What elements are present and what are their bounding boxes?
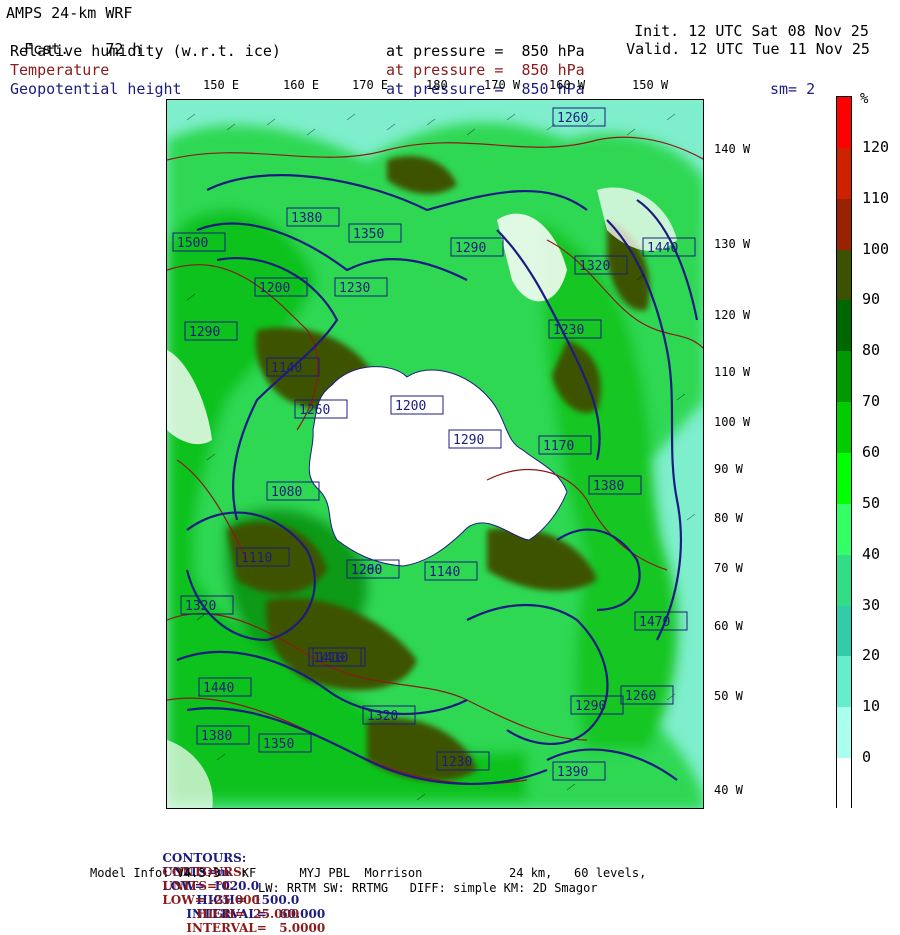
colorbar-swatch: [837, 656, 851, 708]
lat-label: 90 W: [714, 462, 743, 476]
colorbar-swatch: [837, 147, 851, 200]
colorbar-tick: 100: [862, 239, 890, 258]
svg-text:1290: 1290: [455, 241, 486, 256]
lon-label: 170 W: [484, 78, 521, 92]
field-temp-name: Temperature: [10, 61, 110, 79]
model-info-line1: Model Info: V4.3.3 KF MYJ PBL Morrison 2…: [90, 866, 647, 880]
colorbar-swatch: [837, 97, 851, 149]
svg-text:1380: 1380: [291, 211, 322, 226]
contour-high: HIGH= 25.000: [196, 907, 300, 921]
colorbar-tick: 120: [862, 137, 890, 156]
svg-text:1390: 1390: [557, 765, 588, 780]
lat-label: 50 W: [714, 689, 743, 703]
valid-label: Valid.: [626, 40, 681, 58]
svg-text:1380: 1380: [201, 729, 232, 744]
svg-text:1260: 1260: [557, 111, 588, 126]
contour-interval: INTERVAL= 5.0000: [186, 921, 326, 935]
colorbar-swatch: [837, 402, 851, 454]
svg-text:1440: 1440: [647, 241, 678, 256]
svg-text:1200: 1200: [395, 399, 426, 414]
lon-label: 150 W: [632, 78, 669, 92]
colorbar-unit: %: [860, 91, 869, 107]
map-svg: 1500 1380 1350 1290 1440 1260 1320 1200 …: [167, 100, 703, 808]
lat-label: 140 W: [714, 142, 751, 156]
colorbar-swatch: [837, 605, 851, 657]
svg-text:1470: 1470: [639, 615, 670, 630]
contour-units: UNITS=°C: [162, 879, 233, 893]
svg-text:1200: 1200: [351, 563, 382, 578]
svg-text:1170: 1170: [543, 439, 574, 454]
svg-text:1350: 1350: [263, 737, 294, 752]
field-temp-level: at pressure = 850 hPa: [386, 61, 585, 79]
colorbar-tick: 10: [862, 697, 881, 716]
svg-text:1140: 1140: [271, 361, 302, 376]
svg-text:1140: 1140: [429, 565, 460, 580]
valid-value: 12 UTC Tue 11 Nov 25: [689, 40, 870, 58]
svg-text:1320: 1320: [579, 259, 610, 274]
valid-time: Valid. 12 UTC Tue 11 Nov 25: [608, 22, 870, 58]
svg-text:1080: 1080: [271, 485, 302, 500]
colorbar-swatch: [837, 503, 851, 556]
lat-label: 120 W: [714, 308, 751, 322]
colorbar-swatch: [837, 300, 851, 352]
colorbar-tick: 30: [862, 595, 881, 614]
lon-label: 150 E: [203, 78, 240, 92]
colorbar-tick: 40: [862, 544, 881, 563]
colorbar-swatch: [837, 453, 851, 505]
svg-text:1410: 1410: [313, 651, 344, 666]
svg-text:1320: 1320: [367, 709, 398, 724]
svg-text:1320: 1320: [185, 599, 216, 614]
lat-label: 60 W: [714, 619, 743, 633]
weather-map[interactable]: 1500 1380 1350 1290 1440 1260 1320 1200 …: [166, 99, 704, 809]
colorbar-tick: 0: [862, 748, 872, 767]
lat-label: 110 W: [714, 365, 751, 379]
svg-text:1230: 1230: [339, 281, 370, 296]
svg-text:1290: 1290: [189, 325, 220, 340]
lat-label: 40 W: [714, 783, 743, 797]
lat-label: 130 W: [714, 237, 751, 251]
svg-text:1500: 1500: [177, 236, 208, 251]
svg-text:1260: 1260: [299, 403, 330, 418]
colorbar: [836, 96, 852, 810]
colorbar-tick: 20: [862, 646, 881, 665]
svg-text:1350: 1350: [353, 227, 384, 242]
lat-label: 100 W: [714, 415, 751, 429]
svg-text:1230: 1230: [553, 323, 584, 338]
svg-text:1290: 1290: [575, 699, 606, 714]
colorbar-swatch: [837, 554, 851, 607]
lat-label: 70 W: [714, 561, 743, 575]
lon-label: 170 E: [352, 78, 389, 92]
contour-low: LOW= -25.000: [162, 893, 260, 907]
svg-text:1200: 1200: [259, 281, 290, 296]
svg-text:1260: 1260: [625, 689, 656, 704]
colorbar-tick: 60: [862, 443, 881, 461]
svg-text:1290: 1290: [453, 433, 484, 448]
colorbar-swatch: [837, 198, 851, 251]
colorbar-tick: 70: [862, 392, 881, 411]
lon-label: 160 E: [283, 78, 320, 92]
smoothing-label: sm= 2: [770, 80, 816, 98]
lat-label: 80 W: [714, 511, 743, 525]
colorbar-tick: 110: [862, 188, 890, 207]
field-rh-level: at pressure = 850 hPa: [386, 42, 585, 60]
svg-text:1110: 1110: [241, 551, 272, 566]
lon-label: 160 W: [549, 78, 586, 92]
colorbar-tick: 80: [862, 341, 881, 360]
colorbar-swatch: [837, 758, 851, 810]
model-title: AMPS 24-km WRF: [6, 4, 133, 22]
colorbar-swatch: [837, 249, 851, 301]
svg-text:1380: 1380: [593, 479, 624, 494]
lon-label: 180: [426, 78, 448, 92]
colorbar-swatch: [837, 707, 851, 759]
field-height-name: Geopotential height: [10, 80, 182, 98]
colorbar-tick: 50: [862, 493, 881, 512]
colorbar-swatch: [837, 351, 851, 403]
svg-text:1440: 1440: [203, 681, 234, 696]
field-rh-name: Relative humidity (w.r.t. ice): [10, 42, 281, 60]
svg-text:1230: 1230: [441, 755, 472, 770]
colorbar-tick: 90: [862, 290, 881, 309]
model-info-line2: LW: RRTM SW: RRTMG DIFF: simple KM: 2D S…: [258, 881, 598, 895]
